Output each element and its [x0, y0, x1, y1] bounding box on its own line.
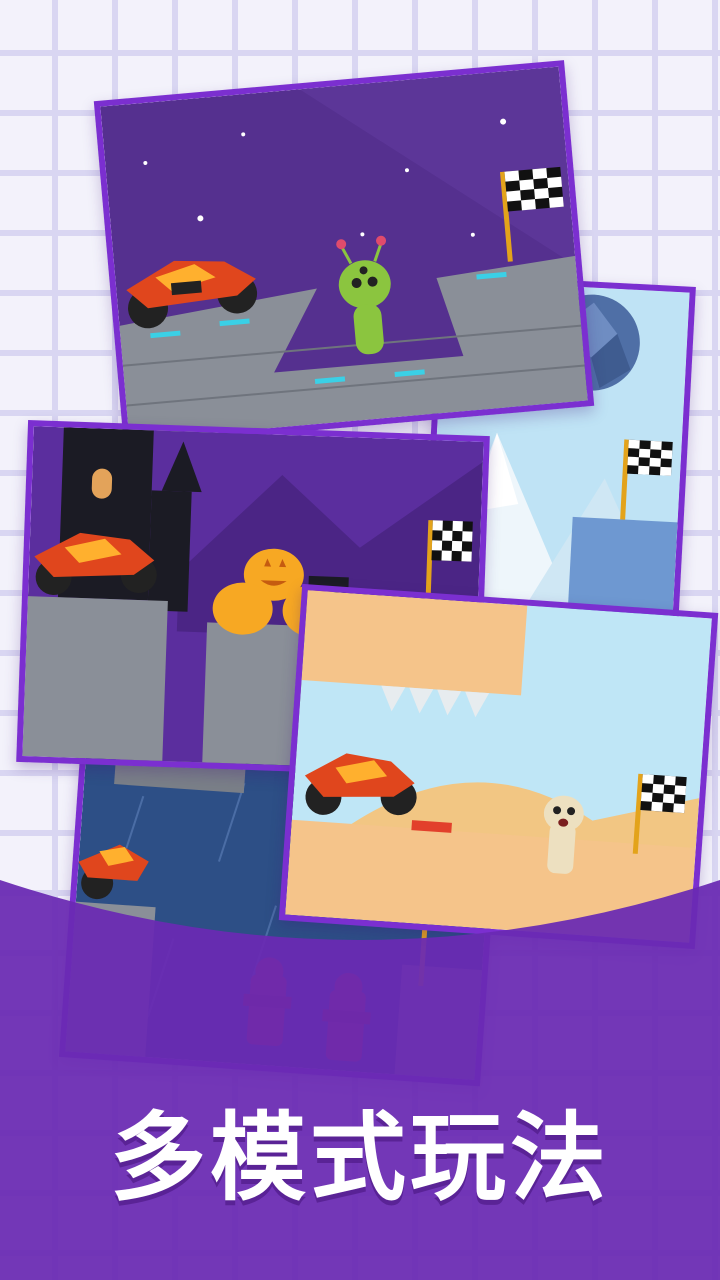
sand-brick-ceiling: [301, 590, 528, 696]
level-card-desert[interactable]: [278, 583, 719, 950]
brick-platform: [65, 901, 156, 1057]
brick-platform: [22, 596, 168, 761]
desert-level-scene: [285, 590, 712, 943]
space-level-scene: [100, 66, 588, 441]
level-card-space[interactable]: [93, 60, 595, 447]
caption-title: 多模式玩法: [110, 1102, 610, 1214]
